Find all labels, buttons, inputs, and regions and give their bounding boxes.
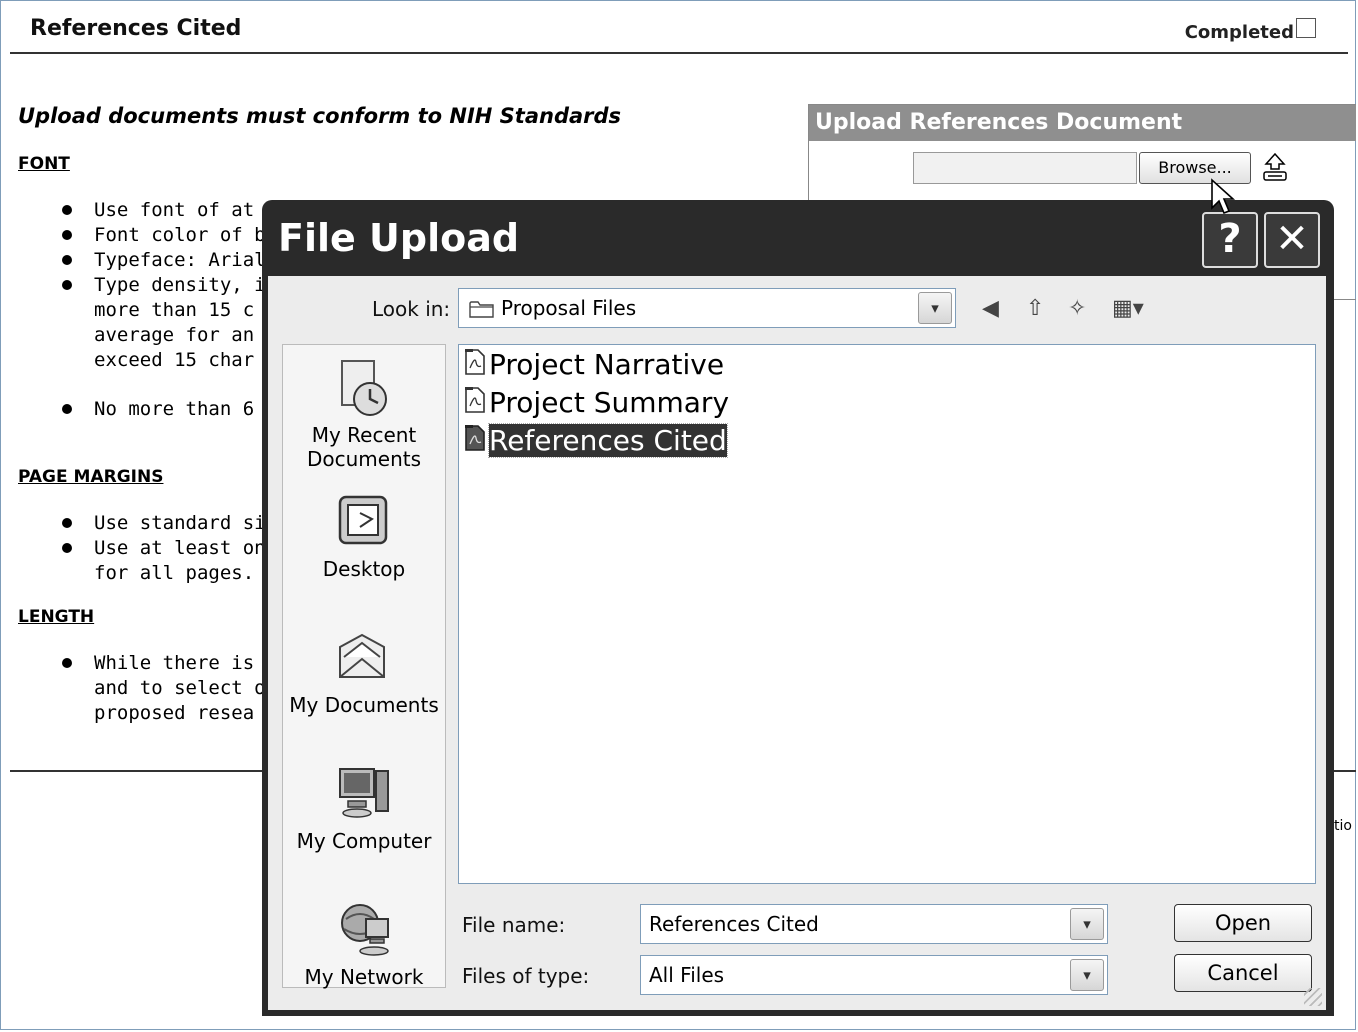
bullet-dot	[62, 280, 72, 290]
bullet-dot	[62, 404, 72, 414]
mouse-cursor-icon	[1211, 178, 1236, 215]
resize-grip[interactable]	[1304, 988, 1322, 1006]
chevron-down-icon[interactable]: ▾	[1070, 959, 1104, 991]
my-documents-icon	[339, 633, 385, 678]
my-computer-icon	[339, 768, 389, 818]
section-header: References Cited Completed	[10, 8, 1348, 54]
dialog-body: Look in: Proposal Files ▾ ◀ ⇧ ✧ ▦▾ My Re	[268, 276, 1326, 1010]
file-name-label: File name:	[462, 913, 566, 937]
bullet-dot	[62, 518, 72, 528]
place-my-recent-documents[interactable]: My Recent Documents	[283, 357, 445, 471]
look-in-value: Proposal Files	[501, 296, 637, 320]
look-in-label: Look in:	[372, 297, 451, 321]
desktop-icon	[338, 495, 388, 545]
standards-title: Upload documents must conform to NIH Sta…	[18, 104, 622, 128]
file-upload-dialog: File Upload ? ✕ Look in: Proposal Files …	[262, 200, 1334, 1016]
new-folder-icon[interactable]: ✧	[1068, 296, 1086, 321]
bullet-dot	[62, 255, 72, 265]
page-margins-heading: PAGE MARGINS	[18, 467, 164, 487]
open-button[interactable]: Open	[1174, 904, 1312, 942]
pdf-file-icon	[465, 425, 485, 451]
font-heading: FONT	[18, 154, 70, 174]
folder-icon	[469, 301, 494, 318]
my-network-icon	[341, 904, 389, 956]
bullet-dot	[62, 205, 72, 215]
bullet-dot	[62, 230, 72, 240]
help-button[interactable]: ?	[1202, 212, 1258, 268]
section-title: References Cited	[30, 16, 242, 41]
upload-file-input[interactable]	[913, 152, 1137, 184]
bullet-dot	[62, 543, 72, 553]
close-button[interactable]: ✕	[1264, 212, 1320, 268]
place-my-network[interactable]: My Network	[283, 899, 445, 989]
file-item-project-summary[interactable]: Project Summary	[463, 385, 733, 421]
view-menu-icon[interactable]: ▦▾	[1112, 296, 1144, 321]
bullet-dot	[62, 658, 72, 668]
length-heading: LENGTH	[18, 607, 95, 627]
file-list[interactable]: Project Narrative Project Summary Refere…	[458, 344, 1316, 884]
up-folder-icon[interactable]: ⇧	[1026, 296, 1044, 321]
place-desktop[interactable]: Desktop	[283, 491, 445, 581]
recent-documents-icon	[341, 360, 387, 416]
look-in-dropdown[interactable]: Proposal Files ▾	[458, 288, 956, 328]
chevron-down-icon[interactable]: ▾	[1070, 908, 1104, 940]
place-my-computer[interactable]: My Computer	[283, 763, 445, 853]
upload-panel-header: Upload References Document	[809, 105, 1356, 141]
upload-icon[interactable]	[1259, 151, 1291, 183]
cancel-button[interactable]: Cancel	[1174, 954, 1312, 992]
file-type-label: Files of type:	[462, 964, 590, 988]
places-bar: My Recent Documents Desktop My Documents	[282, 344, 446, 989]
file-item-project-narrative[interactable]: Project Narrative	[463, 347, 728, 383]
file-item-references-cited[interactable]: References Cited	[463, 423, 731, 459]
pdf-file-icon	[465, 387, 485, 413]
completed-checkbox[interactable]	[1296, 18, 1316, 38]
file-name-input[interactable]: References Cited ▾	[640, 904, 1108, 944]
clipped-text: tio	[1334, 818, 1352, 834]
place-my-documents[interactable]: My Documents	[283, 627, 445, 717]
file-type-select[interactable]: All Files ▾	[640, 955, 1108, 995]
back-icon[interactable]: ◀	[982, 296, 999, 321]
completed-label: Completed	[1184, 22, 1294, 43]
dialog-title: File Upload	[278, 216, 520, 260]
pdf-file-icon	[465, 349, 485, 375]
chevron-down-icon[interactable]: ▾	[918, 292, 952, 324]
